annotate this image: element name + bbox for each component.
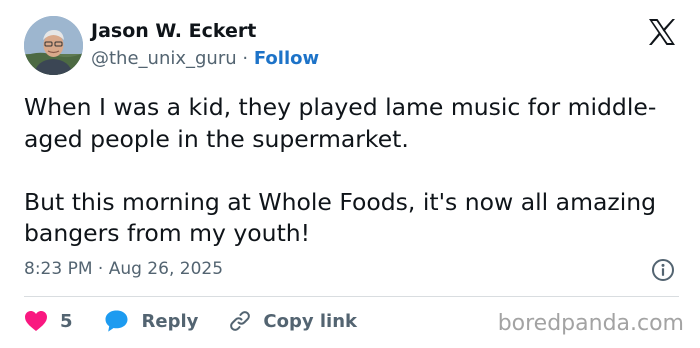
like-count: 5 bbox=[60, 310, 73, 332]
reply-button[interactable]: Reply bbox=[104, 309, 199, 333]
handle-separator: · bbox=[242, 48, 249, 69]
like-button[interactable]: 5 bbox=[24, 310, 73, 332]
divider bbox=[24, 296, 679, 297]
x-logo-icon[interactable] bbox=[647, 18, 677, 46]
link-icon bbox=[230, 311, 251, 331]
follow-button[interactable]: Follow bbox=[254, 48, 319, 69]
author-handle-row: @the_unix_guru · Follow bbox=[91, 48, 319, 69]
tweet-text: When I was a kid, they played lame music… bbox=[24, 92, 664, 250]
author-name[interactable]: Jason W. Eckert bbox=[91, 20, 256, 42]
tweet-actions: 5 Reply Copy link bbox=[24, 308, 357, 334]
tweet-paragraph: But this morning at Whole Foods, it's no… bbox=[24, 187, 657, 248]
copy-link-label: Copy link bbox=[263, 310, 357, 332]
speech-bubble-icon bbox=[105, 310, 128, 332]
tweet-timestamp[interactable]: 8:23 PM · Aug 26, 2025 bbox=[24, 259, 223, 279]
author-avatar[interactable] bbox=[24, 16, 83, 75]
tweet-paragraph: When I was a kid, they played lame music… bbox=[24, 93, 657, 153]
reply-label: Reply bbox=[141, 310, 199, 332]
author-handle[interactable]: @the_unix_guru bbox=[91, 48, 237, 69]
copy-link-button[interactable]: Copy link bbox=[228, 309, 357, 333]
watermark: boredpanda.com bbox=[497, 311, 684, 336]
heart-icon bbox=[25, 311, 47, 331]
info-icon[interactable] bbox=[651, 258, 675, 282]
